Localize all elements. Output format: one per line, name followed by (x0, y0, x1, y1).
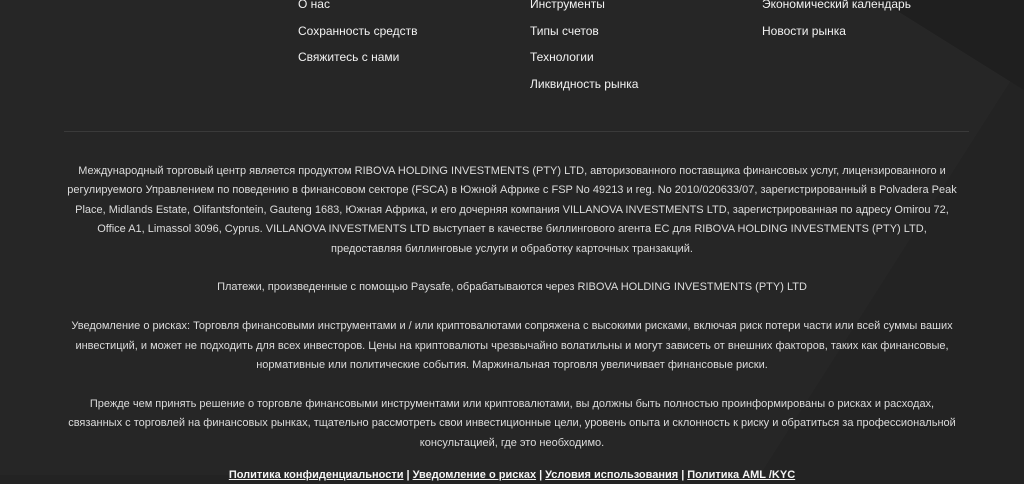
nav-link-contact-us[interactable]: Свяжитесь с нами (298, 47, 418, 74)
company-info-text: Международный торговый центр является пр… (67, 165, 957, 255)
nav-link-economic-calendar[interactable]: Экономический календарь (762, 0, 911, 21)
nav-link-technologies[interactable]: Технологии (530, 47, 638, 74)
footer-divider (64, 131, 969, 132)
footer-nav-column-trading: Инструменты Типы счетов Технологии Ликви… (530, 0, 638, 100)
advice-text: Прежде чем принять решение о торговле фи… (68, 397, 956, 449)
legal-disclaimer: Международный торговый центр является пр… (62, 162, 962, 472)
risk-notice-link[interactable]: Уведомление о рисках (413, 469, 537, 481)
nav-link-market-liquidity[interactable]: Ликвидность рынка (530, 74, 638, 101)
footer-nav-column-company: О нас Сохранность средств Свяжитесь с на… (298, 0, 418, 74)
nav-link-instruments[interactable]: Инструменты (530, 0, 638, 21)
payments-info-text: Платежи, произведенные с помощью Paysafe… (217, 281, 807, 294)
link-separator: | (406, 469, 410, 481)
legal-links-bar: Политика конфиденциальности | Уведомление … (0, 466, 1024, 484)
link-separator: | (681, 469, 685, 481)
aml-kyc-policy-link[interactable]: Политика AML /KYC (687, 469, 795, 481)
link-separator: | (539, 469, 543, 481)
nav-link-account-types[interactable]: Типы счетов (530, 21, 638, 48)
footer-nav: О нас Сохранность средств Свяжитесь с на… (0, 0, 1024, 110)
terms-of-use-link[interactable]: Условия использования (545, 469, 678, 481)
nav-link-market-news[interactable]: Новости рынка (762, 21, 911, 48)
risk-notice-text: Уведомление о рисках: Торговля финансовы… (71, 320, 953, 372)
privacy-policy-link[interactable]: Политика конфиденциальности (229, 469, 404, 481)
footer-nav-column-analytics: Экономический календарь Новости рынка (762, 0, 911, 47)
nav-link-funds-safety[interactable]: Сохранность средств (298, 21, 418, 48)
nav-link-about[interactable]: О нас (298, 0, 418, 21)
